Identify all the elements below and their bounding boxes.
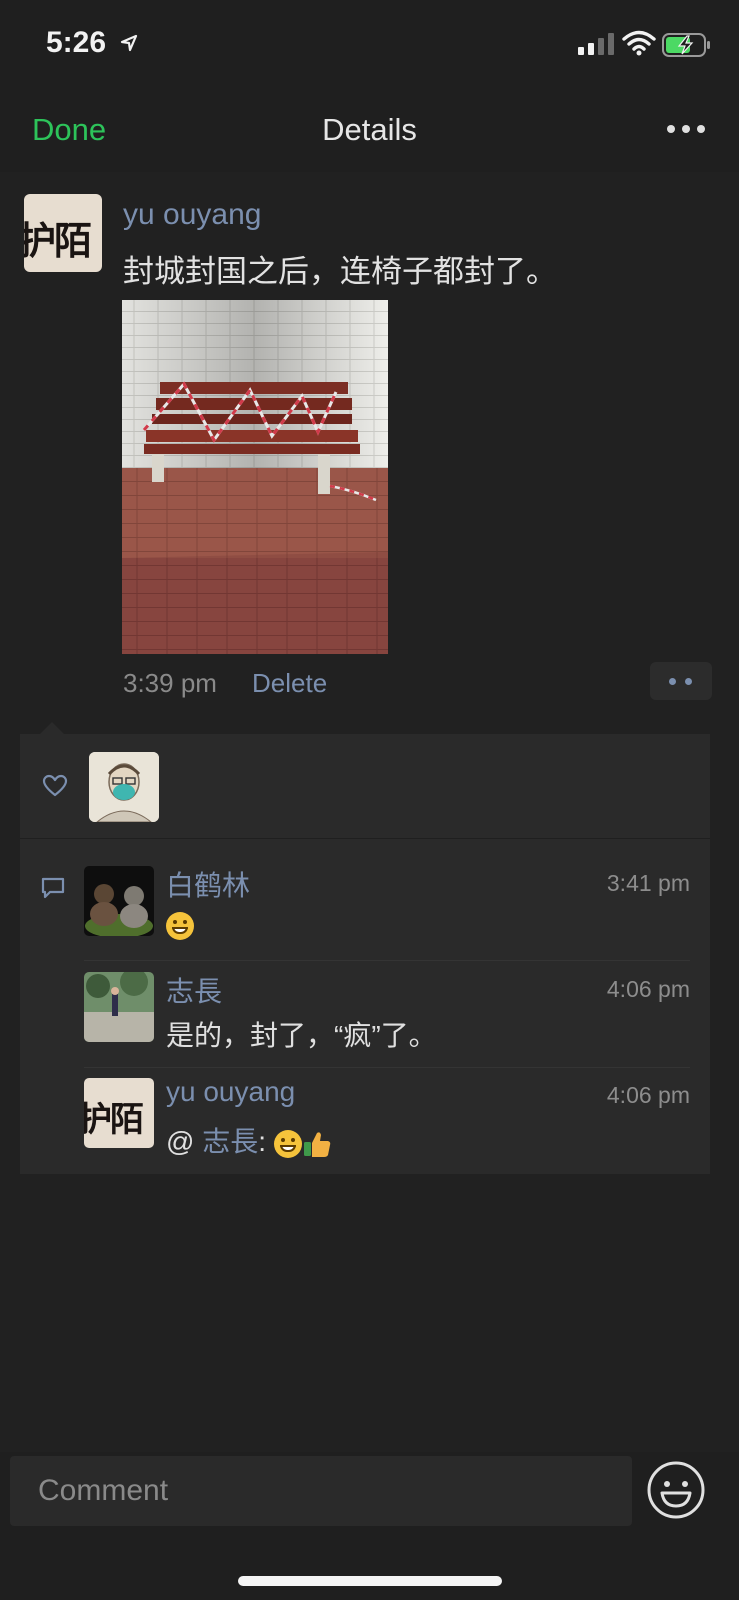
comment-author[interactable]: 白鹤林 (166, 864, 250, 904)
comment-input-container (10, 1456, 632, 1526)
comment-text: 是的，封了，“疯”了。 (166, 1020, 437, 1051)
commenter-avatar[interactable]: 护陌 (84, 1078, 154, 1148)
post-author-name[interactable]: yu ouyang (123, 198, 261, 232)
post-time: 3:39 pm (123, 668, 217, 698)
thumbs-up-emoji-icon (303, 1131, 331, 1157)
panel-pointer (40, 722, 64, 734)
comment-separator (84, 960, 690, 961)
comment-suffix: : (258, 1126, 274, 1157)
post-action-button[interactable] (650, 662, 712, 700)
battery-charging-icon (662, 33, 710, 57)
grinning-face-emoji-icon (166, 911, 194, 940)
panel-divider (20, 838, 710, 839)
wifi-icon (622, 30, 656, 56)
emoji-button-icon[interactable] (646, 1460, 706, 1520)
comment-author[interactable]: 志長 (166, 970, 222, 1010)
post-text: 封城封国之后，连椅子都封了。 (123, 254, 557, 289)
commenter-avatar[interactable] (84, 972, 154, 1042)
comment-separator (84, 1067, 690, 1068)
cellular-signal-icon (578, 33, 614, 55)
post-author-avatar[interactable]: 护陌 (24, 194, 102, 272)
location-arrow-icon (120, 34, 138, 52)
home-indicator[interactable] (238, 1576, 502, 1586)
action-dot-icon (685, 678, 692, 685)
more-dots-icon[interactable] (666, 124, 706, 134)
mention-link[interactable]: 志長 (202, 1126, 258, 1157)
comment-text (166, 908, 194, 940)
post-photo[interactable] (122, 300, 388, 654)
avatar-text: 护陌 (84, 1100, 144, 1140)
comment-text: @ 志長: (166, 1120, 332, 1160)
commenter-avatar[interactable] (84, 866, 154, 936)
avatar-text: 护陌 (24, 219, 92, 263)
comment-time: 4:06 pm (606, 976, 690, 1002)
grinning-face-emoji-icon (273, 1129, 302, 1158)
comment-time: 3:41 pm (606, 870, 690, 896)
comment-time: 4:06 pm (606, 1082, 690, 1108)
page-title: Details (322, 112, 417, 147)
comment-icon (41, 877, 65, 899)
heart-icon (42, 774, 68, 797)
liker-avatar[interactable] (89, 752, 159, 822)
comment-prefix: @ (166, 1126, 203, 1157)
action-dot-icon (669, 678, 676, 685)
delete-button[interactable]: Delete (252, 668, 327, 699)
comment-input[interactable] (10, 1456, 632, 1526)
status-time: 5:26 (46, 26, 107, 59)
comment-author[interactable]: yu ouyang (166, 1076, 295, 1108)
